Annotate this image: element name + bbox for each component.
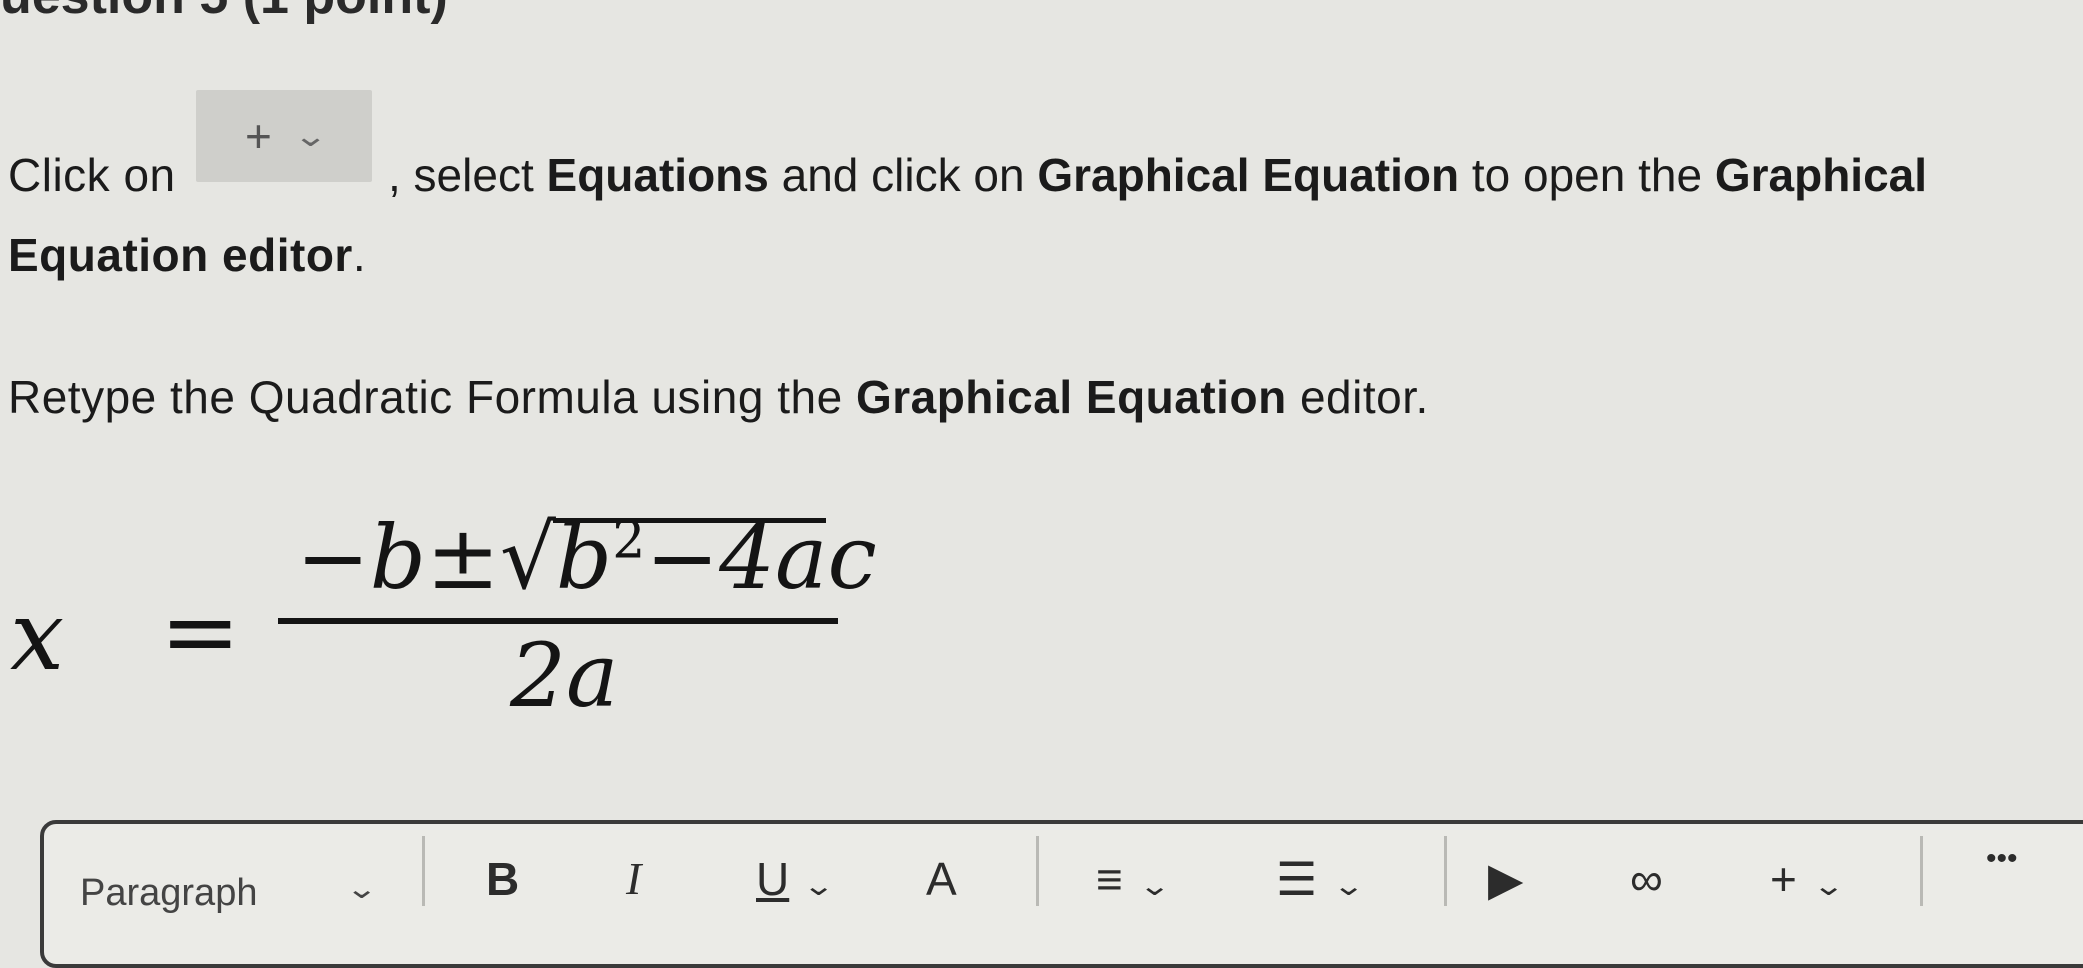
toolbar-divider — [1444, 836, 1447, 906]
chevron-down-icon: ⌄ — [1138, 870, 1172, 901]
numerator-prefix: −b± — [296, 506, 500, 609]
more-button[interactable]: ••• — [1986, 842, 2018, 876]
align-left-icon: ≡ — [1096, 853, 1123, 905]
instruction-text: . — [352, 229, 367, 281]
toolbar-divider — [422, 836, 425, 906]
font-color-icon: A — [926, 853, 957, 905]
align-button[interactable]: ≡ ⌄ — [1096, 852, 1171, 906]
link-button[interactable]: ∞ — [1630, 852, 1663, 906]
instruction-bold: Equations — [546, 149, 769, 201]
chevron-down-icon: ⌄ — [1332, 870, 1366, 901]
chevron-down-icon: ⌄ — [802, 870, 836, 901]
instruction-text: Click on — [8, 149, 176, 201]
font-color-button[interactable]: A — [926, 852, 957, 906]
formula-denominator: 2a — [510, 624, 619, 727]
instruction-text: , select — [388, 149, 547, 201]
radical-overline — [553, 518, 826, 523]
italic-button[interactable]: I — [626, 852, 641, 905]
instruction-text: and click on — [768, 149, 1038, 201]
chevron-down-icon: ⌄ — [292, 119, 329, 153]
instruction-text: editor. — [1286, 371, 1429, 423]
list-button[interactable]: ☰ ⌄ — [1276, 852, 1365, 906]
plus-icon: + — [244, 110, 272, 162]
instruction-line-3: Retype the Quadratic Formula using the G… — [8, 370, 1429, 424]
paragraph-format-select[interactable]: Paragraph ⌄ — [80, 872, 390, 915]
underline-label: U — [756, 853, 790, 905]
instruction-bold: Graphical Equation — [855, 371, 1287, 423]
instruction-line-1-rest: , select Equations and click on Graphica… — [388, 148, 1927, 202]
formula-lhs: x — [10, 580, 65, 692]
instruction-bold: Equation editor — [8, 229, 353, 281]
paragraph-label: Paragraph — [80, 872, 258, 914]
instruction-text: to open the — [1459, 149, 1715, 201]
media-button[interactable]: ▶ — [1488, 852, 1523, 906]
toolbar-divider — [1920, 836, 1923, 906]
chevron-down-icon: ⌄ — [1812, 870, 1846, 901]
underline-button[interactable]: U ⌄ — [756, 852, 835, 906]
question-heading: uestion 5 (1 point) — [0, 0, 448, 26]
insert-button-image: + ⌄ — [196, 90, 372, 182]
formula-equals: = — [160, 576, 241, 688]
link-icon: ∞ — [1630, 853, 1663, 905]
instruction-bold: Graphical Equation — [1037, 149, 1460, 201]
plus-icon: + — [1770, 853, 1797, 905]
media-icon: ▶ — [1488, 853, 1524, 905]
radical-sign: √ — [499, 506, 556, 609]
instruction-line-2: Equation editor. — [8, 228, 366, 282]
instruction-line-1: Click on — [8, 148, 176, 202]
more-icon: ••• — [1986, 842, 2018, 875]
toolbar-divider — [1036, 836, 1039, 906]
instruction-text: Retype the Quadratic Formula using the — [8, 371, 856, 423]
instruction-bold: Graphical — [1714, 149, 1928, 201]
chevron-down-icon: ⌄ — [345, 873, 379, 904]
bold-button[interactable]: B — [486, 852, 519, 906]
list-icon: ☰ — [1276, 853, 1318, 905]
insert-button[interactable]: + ⌄ — [1770, 852, 1845, 906]
